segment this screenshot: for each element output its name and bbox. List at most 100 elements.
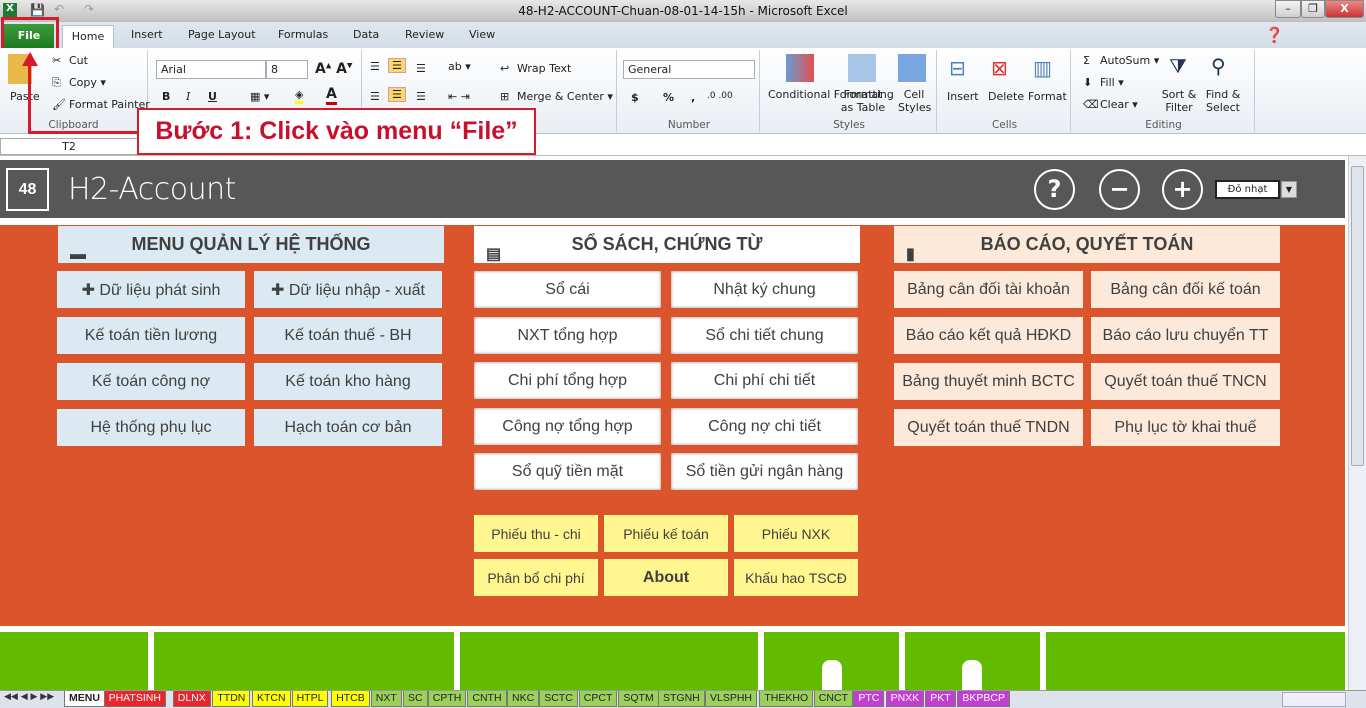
clear-button[interactable]: ⌫Clear ▾	[1083, 98, 1138, 112]
menu-button-books[interactable]: Công nợ tổng hợp	[474, 408, 661, 445]
top-align-icon[interactable]: ☰	[370, 60, 380, 73]
middle-align-icon[interactable]: ☰	[388, 58, 406, 73]
voucher-button[interactable]: Phiếu NXK	[734, 515, 858, 552]
delete-button[interactable]: Delete	[988, 90, 1024, 103]
menu-button-reports[interactable]: Quyết toán thuế TNCN	[1091, 363, 1280, 400]
voucher-button[interactable]: Phiếu kế toán	[604, 515, 728, 552]
help-button[interactable]: ?	[1034, 169, 1075, 210]
voucher-button[interactable]: Khấu hao TSCĐ	[734, 559, 858, 596]
tab-insert[interactable]: Insert	[131, 28, 163, 41]
menu-button-books[interactable]: Sổ tiền gửi ngân hàng	[671, 453, 858, 490]
sheet-tab-htcb[interactable]: HTCB	[331, 691, 370, 707]
close-button[interactable]: X	[1325, 0, 1364, 18]
zoom-in-button[interactable]: +	[1162, 169, 1203, 210]
sheet-tab-htpl[interactable]: HTPL	[291, 691, 329, 707]
align-right-icon[interactable]: ☰	[416, 90, 426, 103]
menu-button-reports[interactable]: Quyết toán thuế TNDN	[894, 409, 1083, 446]
menu-button-books[interactable]: Chi phí tổng hợp	[474, 362, 661, 399]
voucher-button[interactable]: Phiếu thu - chi	[474, 515, 598, 552]
sheet-tab-phatsinh[interactable]: PHATSINH	[103, 691, 166, 707]
menu-button-books[interactable]: Sổ cái	[474, 271, 661, 308]
help-icon[interactable]: ❓	[1265, 26, 1284, 44]
menu-button-books[interactable]: NXT tổng hợp	[474, 317, 661, 354]
number-format-select[interactable]: General	[623, 60, 755, 79]
sheet-tab-cnct[interactable]: CNCT	[813, 691, 853, 707]
fill-button[interactable]: ⬇ Fill ▾	[1083, 76, 1124, 90]
sheet-tab-ktcn[interactable]: KTCN	[252, 691, 291, 707]
sheet-tab-sc[interactable]: SC	[403, 691, 428, 707]
restore-button[interactable]: ❐	[1301, 0, 1325, 18]
chevron-down-icon[interactable]: ▼	[1281, 181, 1297, 198]
vertical-scrollbar[interactable]	[1348, 156, 1366, 690]
menu-button-system[interactable]: ✚ Dữ liệu phát sinh	[57, 271, 245, 308]
format-button[interactable]: Format	[1028, 90, 1067, 103]
sheet-tab-cpct[interactable]: CPCT	[578, 691, 618, 707]
tab-review[interactable]: Review	[405, 28, 444, 41]
name-box[interactable]: T2	[0, 138, 138, 155]
align-center-icon[interactable]: ☰	[388, 87, 406, 102]
minimize-button[interactable]: –	[1275, 0, 1301, 18]
menu-button-books[interactable]: Sổ quỹ tiền mặt	[474, 453, 661, 490]
font-color-icon[interactable]: A	[326, 86, 337, 105]
grow-font-icon[interactable]: A▲ A▼	[315, 61, 352, 77]
currency-button[interactable]: $	[631, 91, 639, 104]
menu-button-reports[interactable]: Báo cáo kết quả HĐKD	[894, 317, 1083, 354]
menu-button-books[interactable]: Nhật ký chung	[671, 271, 858, 308]
sheet-tab-vlsphh[interactable]: VLSPHH	[705, 691, 758, 707]
scroll-thumb[interactable]	[1351, 166, 1364, 466]
sheet-tab-ptc[interactable]: PTC	[853, 691, 885, 707]
merge-center-button[interactable]: ⊞ Merge & Center ▾	[500, 90, 613, 104]
menu-button-system[interactable]: Hạch toán cơ bản	[254, 409, 442, 446]
format-painter-button[interactable]: 🖌 Format Painter	[52, 98, 150, 112]
sheet-tab-dlnx[interactable]: DLNX	[172, 691, 211, 707]
sheet-tab-cpth[interactable]: CPTH	[427, 691, 467, 707]
percent-button[interactable]: %	[663, 91, 674, 104]
menu-button-reports[interactable]: Bảng thuyết minh BCTC	[894, 363, 1083, 400]
tab-view[interactable]: View	[469, 28, 495, 41]
menu-button-reports[interactable]: Báo cáo lưu chuyển TT	[1091, 317, 1280, 354]
autosum-button[interactable]: Σ AutoSum ▾	[1083, 54, 1159, 68]
tab-page-layout[interactable]: Page Layout	[188, 28, 256, 41]
italic-button[interactable]: I	[186, 90, 190, 103]
cut-button[interactable]: ✂ Cut	[52, 54, 88, 68]
sheet-tab-nxt[interactable]: NXT	[370, 691, 402, 707]
find-select-button[interactable]: Find & Select	[1203, 88, 1243, 114]
sort-filter-button[interactable]: Sort & Filter	[1161, 88, 1197, 114]
menu-button-system[interactable]: Kế toán công nợ	[57, 363, 245, 400]
tab-data[interactable]: Data	[353, 28, 379, 41]
decimal-buttons[interactable]: .0 .00	[707, 91, 733, 101]
sheet-tab-thekho[interactable]: THEKHO	[759, 691, 814, 707]
sheet-tab-bkpbcp[interactable]: BKPBCP	[957, 691, 1010, 707]
menu-button-system[interactable]: Kế toán thuế - BH	[254, 317, 442, 354]
about-button[interactable]: About	[604, 559, 728, 596]
borders-icon[interactable]: ▦ ▾	[250, 90, 269, 103]
underline-button[interactable]: U	[208, 90, 217, 103]
tab-home[interactable]: Home	[62, 25, 114, 49]
sheet-tab-menu[interactable]: MENU	[64, 691, 105, 707]
sheet-tab-stgnh[interactable]: STGNH	[658, 691, 705, 707]
align-left-icon[interactable]: ☰	[370, 90, 380, 103]
voucher-button[interactable]: Phân bổ chi phí	[474, 559, 598, 596]
menu-button-reports[interactable]: Bảng cân đối tài khoản	[894, 271, 1083, 308]
sheet-tab-cnth[interactable]: CNTH	[467, 691, 507, 707]
menu-button-system[interactable]: ✚ Dữ liệu nhập - xuất	[254, 271, 442, 308]
zoom-out-button[interactable]: −	[1099, 169, 1140, 210]
font-size-select[interactable]: 8	[266, 60, 308, 79]
theme-select[interactable]: Đỏ nhạt	[1215, 180, 1280, 199]
cell-styles-button[interactable]: Cell Styles	[898, 88, 931, 114]
sheet-tab-sctc[interactable]: SCTC	[539, 691, 578, 707]
font-name-select[interactable]: Arial	[156, 60, 266, 79]
indent-icon[interactable]: ⇤ ⇥	[448, 90, 470, 103]
menu-button-system[interactable]: Kế toán tiền lương	[57, 317, 245, 354]
bottom-align-icon[interactable]: ☰	[416, 62, 426, 75]
menu-button-books[interactable]: Công nợ chi tiết	[671, 408, 858, 445]
sheet-tab-nkc[interactable]: NKC	[507, 691, 540, 707]
menu-button-system[interactable]: Kế toán kho hàng	[254, 363, 442, 400]
tab-formulas[interactable]: Formulas	[278, 28, 328, 41]
paste-button[interactable]: Paste	[10, 90, 40, 103]
sheet-tab-sqtm[interactable]: SQTM	[618, 691, 659, 707]
menu-button-reports[interactable]: Phụ lục tờ khai thuế	[1091, 409, 1280, 446]
tab-nav-arrows[interactable]: ◀◀ ◀ ▶ ▶▶	[4, 692, 54, 702]
menu-button-system[interactable]: Hệ thống phụ lục	[57, 409, 245, 446]
orientation-icon[interactable]: ab ▾	[448, 60, 471, 73]
